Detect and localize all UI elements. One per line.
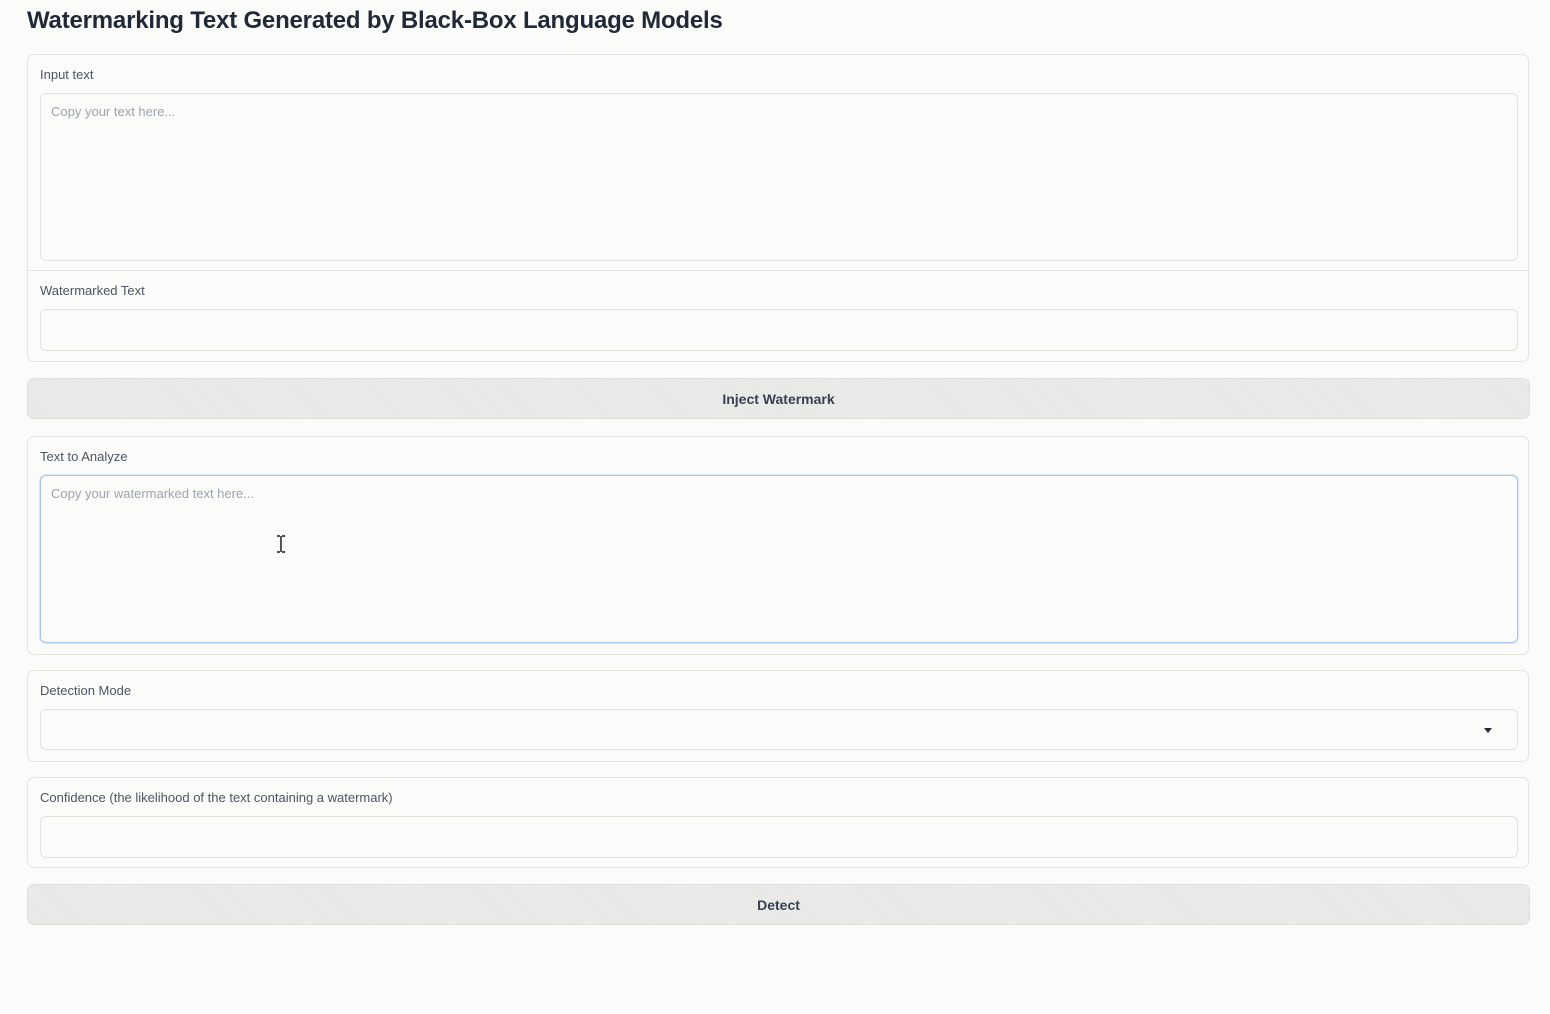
- detection-mode-dropdown[interactable]: [40, 709, 1518, 750]
- watermarked-text-label: Watermarked Text: [40, 283, 145, 298]
- inject-watermark-button[interactable]: Inject Watermark: [27, 378, 1530, 419]
- detect-button[interactable]: Detect: [27, 884, 1530, 925]
- confidence-output[interactable]: [40, 816, 1518, 858]
- inject-panel: Input text Watermarked Text: [27, 54, 1529, 362]
- text-to-analyze-label: Text to Analyze: [40, 449, 128, 464]
- panel-divider: [28, 270, 1528, 271]
- chevron-down-icon[interactable]: [1484, 728, 1492, 733]
- input-text-label: Input text: [40, 67, 94, 82]
- watermarked-text-output[interactable]: [40, 309, 1518, 351]
- analyze-panel: Text to Analyze: [27, 436, 1529, 655]
- confidence-label: Confidence (the likelihood of the text c…: [40, 790, 393, 805]
- page-title: Watermarking Text Generated by Black-Box…: [27, 7, 723, 34]
- input-text-area[interactable]: [40, 93, 1518, 261]
- app-page: Watermarking Text Generated by Black-Box…: [0, 0, 1550, 1014]
- text-to-analyze-area[interactable]: [40, 475, 1518, 643]
- text-cursor-icon: [277, 535, 285, 553]
- detection-mode-label: Detection Mode: [40, 683, 132, 698]
- confidence-panel: Confidence (the likelihood of the text c…: [27, 777, 1529, 868]
- detection-mode-panel: Detection Mode: [27, 670, 1529, 762]
